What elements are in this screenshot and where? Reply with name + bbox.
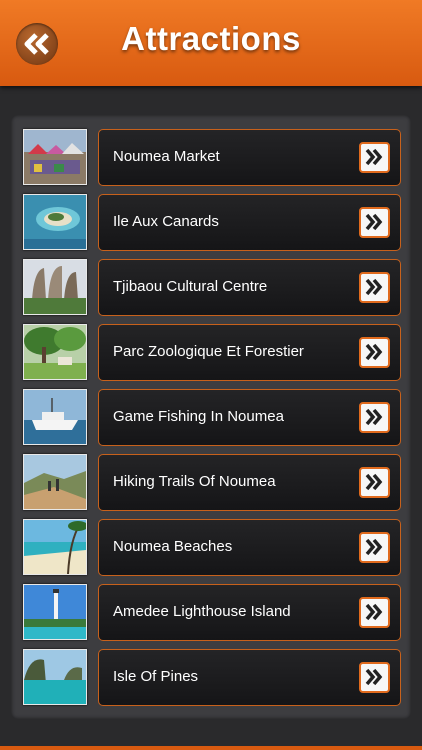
chevron-right-icon[interactable] [359,662,390,693]
list-item[interactable]: Noumea Beaches [23,519,403,577]
list-item[interactable]: Isle Of Pines [23,649,403,707]
item-label: Isle Of Pines [113,668,199,685]
chevron-right-icon[interactable] [359,532,390,563]
header-bar: Attractions [0,0,422,86]
list-item[interactable]: Noumea Market [23,129,403,187]
item-label: Parc Zoologique Et Forestier [113,343,304,360]
park-thumbnail [23,324,87,380]
item-button[interactable]: Noumea Market [98,129,401,186]
item-button[interactable]: Isle Of Pines [98,649,401,706]
item-button[interactable]: Parc Zoologique Et Forestier [98,324,401,381]
item-label: Tjibaou Cultural Centre [113,278,268,295]
item-label: Noumea Beaches [113,538,233,555]
list-item[interactable]: Amedee Lighthouse Island [23,584,403,642]
list-item[interactable]: Ile Aux Canards [23,194,403,252]
lighthouse-thumbnail [23,584,87,640]
list-item[interactable]: Game Fishing In Noumea [23,389,403,447]
item-label: Ile Aux Canards [113,213,219,230]
bottom-bar [0,746,422,750]
beach-thumbnail [23,519,87,575]
item-button[interactable]: Game Fishing In Noumea [98,389,401,446]
item-button[interactable]: Hiking Trails Of Noumea [98,454,401,511]
attractions-list: Noumea Market Ile Aux Canards Tjibaou Cu… [11,115,411,719]
island-thumbnail [23,194,87,250]
pines-thumbnail [23,649,87,705]
item-button[interactable]: Noumea Beaches [98,519,401,576]
hiking-thumbnail [23,454,87,510]
item-label: Noumea Market [113,148,220,165]
chevron-right-icon[interactable] [359,402,390,433]
list-item[interactable]: Hiking Trails Of Noumea [23,454,403,512]
list-item[interactable]: Parc Zoologique Et Forestier [23,324,403,382]
market-thumbnail [23,129,87,185]
item-button[interactable]: Tjibaou Cultural Centre [98,259,401,316]
item-label: Hiking Trails Of Noumea [113,473,276,490]
chevron-right-icon[interactable] [359,467,390,498]
chevron-right-icon[interactable] [359,272,390,303]
item-button[interactable]: Ile Aux Canards [98,194,401,251]
list-item[interactable]: Tjibaou Cultural Centre [23,259,403,317]
item-label: Game Fishing In Noumea [113,408,284,425]
item-label: Amedee Lighthouse Island [113,603,291,620]
chevron-right-icon[interactable] [359,142,390,173]
item-button[interactable]: Amedee Lighthouse Island [98,584,401,641]
chevron-right-icon[interactable] [359,597,390,628]
cultural-centre-thumbnail [23,259,87,315]
chevron-right-icon[interactable] [359,337,390,368]
boat-thumbnail [23,389,87,445]
page-title: Attractions [121,20,301,57]
chevron-right-icon[interactable] [359,207,390,238]
